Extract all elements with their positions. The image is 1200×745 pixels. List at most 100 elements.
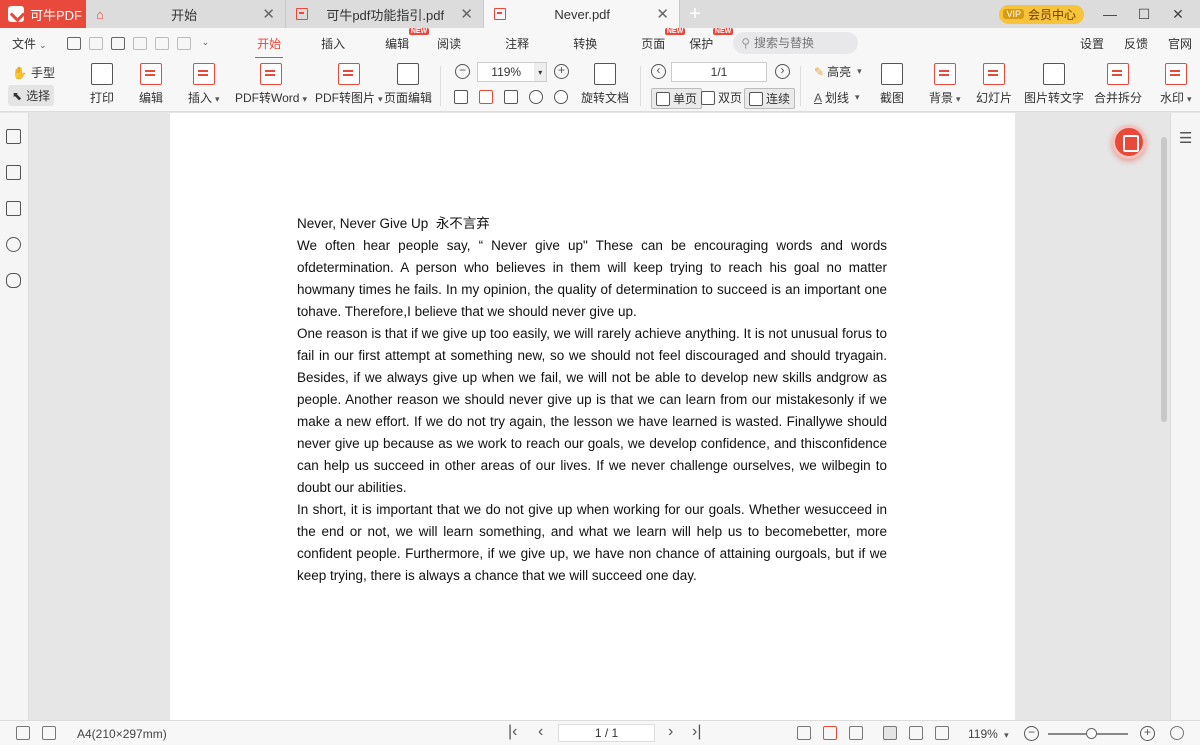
highlight-button[interactable]: ✎ 高亮 ▾ bbox=[810, 62, 866, 81]
app-brand[interactable]: 可牛PDF bbox=[0, 0, 86, 28]
close-icon[interactable]: ✕ bbox=[262, 5, 275, 23]
fit-width-icon[interactable] bbox=[504, 90, 518, 104]
maximize-button[interactable]: ☐ bbox=[1136, 6, 1152, 23]
continuous-view-icon[interactable] bbox=[909, 726, 923, 740]
chevron-down-icon: ▾ bbox=[956, 94, 961, 104]
next-page-icon[interactable]: › bbox=[775, 64, 790, 79]
background-button[interactable]: 背景 ▾ bbox=[929, 63, 961, 106]
menu-page[interactable]: 页面 NEW bbox=[631, 27, 686, 52]
menu-read[interactable]: 阅读 bbox=[427, 35, 471, 52]
actual-size-icon[interactable] bbox=[454, 90, 468, 104]
zoom-slider[interactable] bbox=[1048, 728, 1128, 739]
single-page-button[interactable]: 单页 bbox=[651, 88, 703, 109]
zoom-slider-knob[interactable] bbox=[1086, 728, 1097, 739]
slideshow-button[interactable]: 幻灯片 bbox=[976, 63, 1012, 106]
fit-width-icon[interactable] bbox=[849, 726, 863, 740]
thumbnails-icon[interactable] bbox=[6, 165, 21, 180]
vip-crown-icon: VIP bbox=[1003, 9, 1024, 19]
fullscreen-icon[interactable] bbox=[1170, 726, 1184, 740]
undo-icon[interactable] bbox=[132, 36, 147, 50]
double-page-button[interactable]: 双页 bbox=[697, 88, 746, 107]
hand-tool-button[interactable]: ✋ 手型 bbox=[8, 62, 59, 83]
first-page-icon[interactable]: |‹ bbox=[508, 723, 517, 741]
zoom-level-label[interactable]: 119% ▾ bbox=[968, 727, 1009, 741]
menu-annotate[interactable]: 注释 bbox=[495, 35, 539, 52]
close-icon[interactable]: ✕ bbox=[656, 5, 669, 23]
feedback-link[interactable]: 反馈 bbox=[1124, 35, 1148, 52]
zoom-input[interactable] bbox=[478, 65, 535, 79]
hand-tool-label: 手型 bbox=[30, 66, 55, 80]
rotate-right-icon[interactable] bbox=[554, 90, 568, 104]
fit-page-icon[interactable] bbox=[479, 90, 493, 104]
tab-home[interactable]: ⌂ 开始 ✕ bbox=[86, 0, 286, 28]
prev-page-icon[interactable]: ‹ bbox=[538, 723, 543, 741]
screenshot-button[interactable]: 截图 bbox=[880, 63, 904, 106]
customize-chevron-icon[interactable]: ⌄ bbox=[202, 37, 210, 50]
status-page-input[interactable] bbox=[559, 726, 654, 740]
bookmark-icon[interactable] bbox=[6, 129, 21, 144]
strikethrough-button[interactable]: A 划线 ▾ bbox=[810, 88, 864, 107]
single-page-view-icon[interactable] bbox=[883, 726, 897, 740]
watermark-button[interactable]: 水印 ▾ bbox=[1160, 63, 1192, 106]
document-viewport[interactable]: Never, Never Give Up 永不言弃 We often hear … bbox=[29, 113, 1170, 720]
expand-sidebar-icon[interactable] bbox=[42, 726, 56, 740]
status-page-field[interactable] bbox=[558, 724, 655, 742]
open-folder-icon[interactable] bbox=[66, 36, 81, 50]
menu-convert[interactable]: 转换 bbox=[563, 35, 607, 52]
home-nav-icon[interactable] bbox=[176, 36, 191, 50]
redo-icon[interactable] bbox=[154, 36, 169, 50]
settings-sliders-icon[interactable]: ☰ bbox=[1179, 129, 1192, 147]
comment-icon[interactable] bbox=[6, 201, 21, 216]
tab-guide-pdf[interactable]: 可牛pdf功能指引.pdf ✕ bbox=[286, 0, 484, 28]
page-number-input[interactable] bbox=[672, 65, 766, 79]
next-page-icon[interactable]: › bbox=[668, 723, 673, 741]
close-icon[interactable]: ✕ bbox=[460, 5, 473, 23]
search-input[interactable] bbox=[754, 36, 850, 50]
new-tab-button[interactable]: + bbox=[680, 0, 710, 28]
double-page-view-icon[interactable] bbox=[935, 726, 949, 740]
vip-center-button[interactable]: VIP 会员中心 bbox=[999, 4, 1084, 24]
last-page-icon[interactable]: ›| bbox=[692, 723, 701, 741]
insert-button[interactable]: 插入 ▾ bbox=[188, 63, 220, 106]
edit-button[interactable]: 编辑 bbox=[139, 63, 163, 106]
menu-start[interactable]: 开始 bbox=[247, 35, 291, 59]
page-number-field[interactable] bbox=[671, 62, 767, 82]
zoom-out-icon[interactable]: − bbox=[1024, 726, 1039, 741]
minimize-button[interactable]: — bbox=[1102, 6, 1118, 22]
pdf-to-image-button[interactable]: PDF转图片 ▾ bbox=[315, 63, 383, 106]
print-button[interactable]: 打印 bbox=[90, 63, 114, 106]
zoom-out-icon[interactable]: − bbox=[455, 64, 470, 79]
menu-edit[interactable]: 编辑 NEW bbox=[375, 27, 430, 52]
chevron-down-icon[interactable]: ▾ bbox=[534, 63, 546, 81]
fit-page-icon[interactable] bbox=[823, 726, 837, 740]
merge-split-button[interactable]: 合并拆分 bbox=[1094, 63, 1142, 106]
prev-page-icon[interactable]: ‹ bbox=[651, 64, 666, 79]
collapse-sidebar-icon[interactable] bbox=[16, 726, 30, 740]
page-edit-button[interactable]: 页面编辑 bbox=[384, 63, 432, 106]
rotate-doc-button[interactable]: 旋转文档 bbox=[581, 63, 629, 106]
actual-size-icon[interactable] bbox=[797, 726, 811, 740]
search-box[interactable]: ⚲ bbox=[733, 32, 859, 54]
search-icon[interactable] bbox=[6, 237, 21, 252]
print-icon[interactable] bbox=[110, 36, 125, 50]
menu-insert[interactable]: 插入 bbox=[311, 35, 355, 52]
vertical-scrollbar[interactable] bbox=[1159, 117, 1169, 717]
zoom-in-icon[interactable]: + bbox=[554, 64, 569, 79]
floating-action-button[interactable] bbox=[1112, 125, 1146, 159]
pdf-to-word-button[interactable]: PDF转Word ▾ bbox=[235, 63, 307, 106]
menu-protect[interactable]: 保护 NEW bbox=[679, 27, 734, 52]
select-tool-button[interactable]: ⬉ 选择 bbox=[8, 85, 55, 106]
scrollbar-thumb[interactable] bbox=[1161, 137, 1167, 422]
tab-never-pdf[interactable]: Never.pdf ✕ bbox=[484, 0, 680, 28]
rotate-left-icon[interactable] bbox=[529, 90, 543, 104]
attachment-icon[interactable] bbox=[6, 273, 21, 288]
continuous-button[interactable]: 连续 bbox=[744, 88, 796, 109]
zoom-select[interactable]: ▾ bbox=[477, 62, 547, 82]
settings-link[interactable]: 设置 bbox=[1080, 35, 1104, 52]
zoom-in-icon[interactable]: + bbox=[1140, 726, 1155, 741]
close-window-button[interactable]: ✕ bbox=[1170, 6, 1186, 23]
image-to-text-button[interactable]: 图片转文字 bbox=[1024, 63, 1084, 106]
save-icon[interactable] bbox=[88, 36, 103, 50]
file-menu[interactable]: 文件 ⌄ bbox=[0, 35, 57, 52]
website-link[interactable]: 官网 bbox=[1168, 35, 1192, 52]
